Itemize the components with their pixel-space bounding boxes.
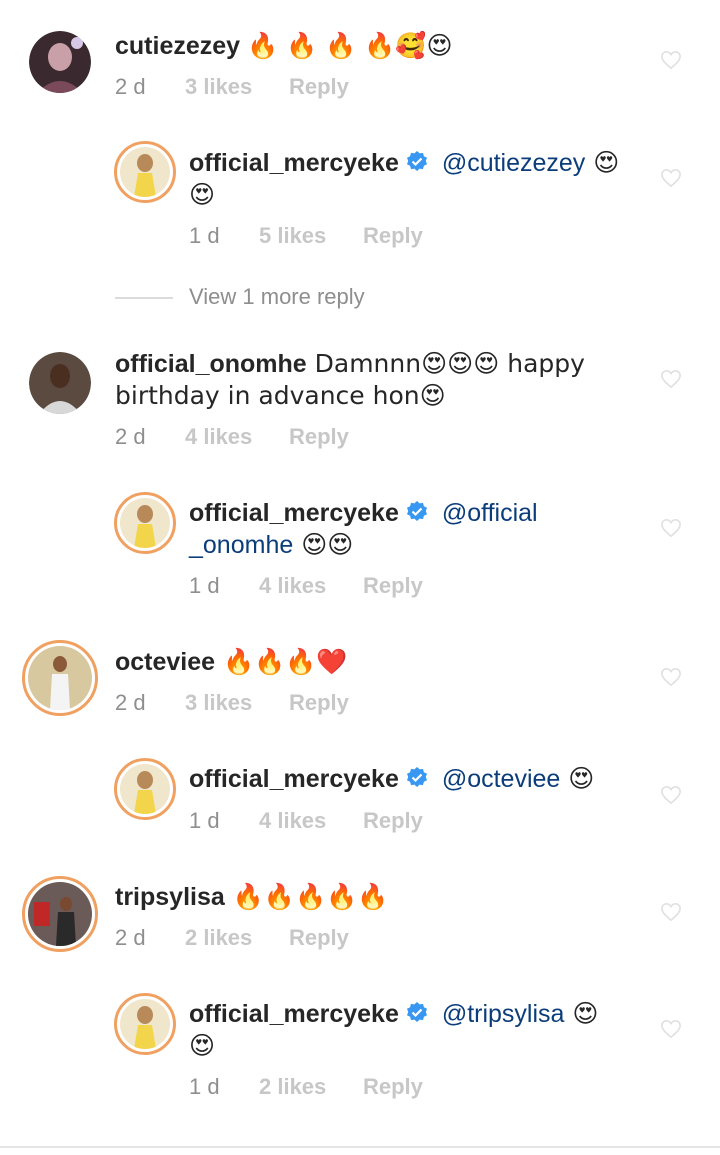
comment-meta: 2 d 3 likes Reply	[115, 690, 349, 716]
reply-button[interactable]: Reply	[289, 690, 349, 716]
reply-button[interactable]: Reply	[363, 1074, 423, 1100]
avatar[interactable]	[114, 492, 176, 554]
comment-body-line2: 😍	[189, 180, 216, 209]
comment-body: 🔥 🔥 🔥 🔥🥰😍	[247, 31, 453, 60]
comment-meta: 2 d 4 likes Reply	[115, 424, 349, 450]
timestamp: 1 d	[189, 1074, 220, 1099]
comment-body: 😍😍	[293, 530, 354, 559]
timestamp: 1 d	[189, 808, 220, 833]
likes-count[interactable]: 2 likes	[259, 1074, 363, 1100]
username[interactable]: official_mercyeke	[189, 149, 399, 177]
comment-text: octeviee 🔥🔥🔥❤️	[115, 646, 348, 678]
comment-body: 😍	[564, 999, 599, 1028]
likes-count[interactable]: 3 likes	[185, 74, 289, 100]
comment-meta: 1 d 5 likes Reply	[189, 223, 423, 249]
likes-count[interactable]: 2 likes	[185, 925, 289, 951]
heart-outline-icon[interactable]	[660, 369, 682, 389]
comment-meta: 1 d 4 likes Reply	[189, 808, 423, 834]
comment-body: 😍	[585, 148, 620, 177]
comment-body-line2: birthday in advance hon😍	[115, 381, 446, 410]
avatar[interactable]	[22, 640, 98, 716]
verified-badge-icon	[406, 767, 427, 787]
reply-button[interactable]: Reply	[289, 424, 349, 450]
comment-text: official_mercyeke @official _onomhe 😍😍	[189, 497, 538, 561]
comment-text: official_mercyeke @tripsylisa 😍 😍	[189, 998, 598, 1062]
bottom-divider	[0, 1146, 720, 1148]
heart-outline-icon[interactable]	[660, 667, 682, 687]
avatar[interactable]	[22, 876, 98, 952]
view-more-replies[interactable]: View 1 more reply	[115, 284, 365, 310]
avatar[interactable]	[29, 352, 91, 414]
timestamp: 2 d	[115, 424, 146, 449]
comment-text: cutiezezey 🔥 🔥 🔥 🔥🥰😍	[115, 30, 453, 62]
comment-body: Damnnn😍😍😍 happy	[306, 349, 585, 378]
mention-link[interactable]: @octeviee	[442, 765, 561, 793]
timestamp: 1 d	[189, 573, 220, 598]
timestamp: 1 d	[189, 223, 220, 248]
reply-button[interactable]: Reply	[289, 925, 349, 951]
comment-text: official_mercyeke @octeviee 😍	[189, 763, 594, 795]
reply-button[interactable]: Reply	[363, 223, 423, 249]
mention-link-cont[interactable]: _onomhe	[189, 531, 293, 559]
reply-button[interactable]: Reply	[289, 74, 349, 100]
comment-text: tripsylisa 🔥🔥🔥🔥🔥	[115, 881, 388, 913]
username[interactable]: octeviee	[115, 648, 215, 676]
heart-outline-icon[interactable]	[660, 50, 682, 70]
verified-badge-icon	[406, 1002, 427, 1022]
timestamp: 2 d	[115, 690, 146, 715]
username[interactable]: official_onomhe	[115, 350, 307, 378]
comment-body-line2: 😍	[189, 1031, 216, 1060]
avatar[interactable]	[114, 141, 176, 203]
timestamp: 2 d	[115, 74, 146, 99]
view-more-label[interactable]: View 1 more reply	[189, 284, 365, 309]
comment-meta: 2 d 2 likes Reply	[115, 925, 349, 951]
comment-body: 🔥🔥🔥❤️	[215, 647, 348, 676]
timestamp: 2 d	[115, 925, 146, 950]
heart-outline-icon[interactable]	[660, 902, 682, 922]
likes-count[interactable]: 4 likes	[185, 424, 289, 450]
username[interactable]: official_mercyeke	[189, 1000, 399, 1028]
comment-text: official_mercyeke @cutiezezey 😍 😍	[189, 147, 619, 211]
heart-outline-icon[interactable]	[660, 168, 682, 188]
comment-text: official_onomhe Damnnn😍😍😍 happy birthday…	[115, 348, 585, 412]
likes-count[interactable]: 3 likes	[185, 690, 289, 716]
mention-link[interactable]: @cutiezezey	[442, 149, 586, 177]
username[interactable]: official_mercyeke	[189, 765, 399, 793]
verified-badge-icon	[406, 501, 427, 521]
likes-count[interactable]: 4 likes	[259, 573, 363, 599]
username[interactable]: official_mercyeke	[189, 499, 399, 527]
comment-meta: 1 d 4 likes Reply	[189, 573, 423, 599]
avatar[interactable]	[114, 993, 176, 1055]
comment-body: 🔥🔥🔥🔥🔥	[224, 882, 389, 911]
avatar[interactable]	[29, 31, 91, 93]
comment-meta: 1 d 2 likes Reply	[189, 1074, 423, 1100]
comment-body: 😍	[560, 764, 595, 793]
heart-outline-icon[interactable]	[660, 785, 682, 805]
mention-link[interactable]: @official	[442, 499, 538, 527]
mention-link[interactable]: @tripsylisa	[442, 1000, 565, 1028]
heart-outline-icon[interactable]	[660, 1019, 682, 1039]
likes-count[interactable]: 4 likes	[259, 808, 363, 834]
reply-button[interactable]: Reply	[363, 573, 423, 599]
likes-count[interactable]: 5 likes	[259, 223, 363, 249]
reply-button[interactable]: Reply	[363, 808, 423, 834]
comment-meta: 2 d 3 likes Reply	[115, 74, 349, 100]
verified-badge-icon	[406, 151, 427, 171]
username[interactable]: cutiezezey	[115, 32, 240, 60]
username[interactable]: tripsylisa	[115, 883, 225, 911]
heart-outline-icon[interactable]	[660, 518, 682, 538]
divider-line	[115, 297, 173, 300]
avatar[interactable]	[114, 758, 176, 820]
